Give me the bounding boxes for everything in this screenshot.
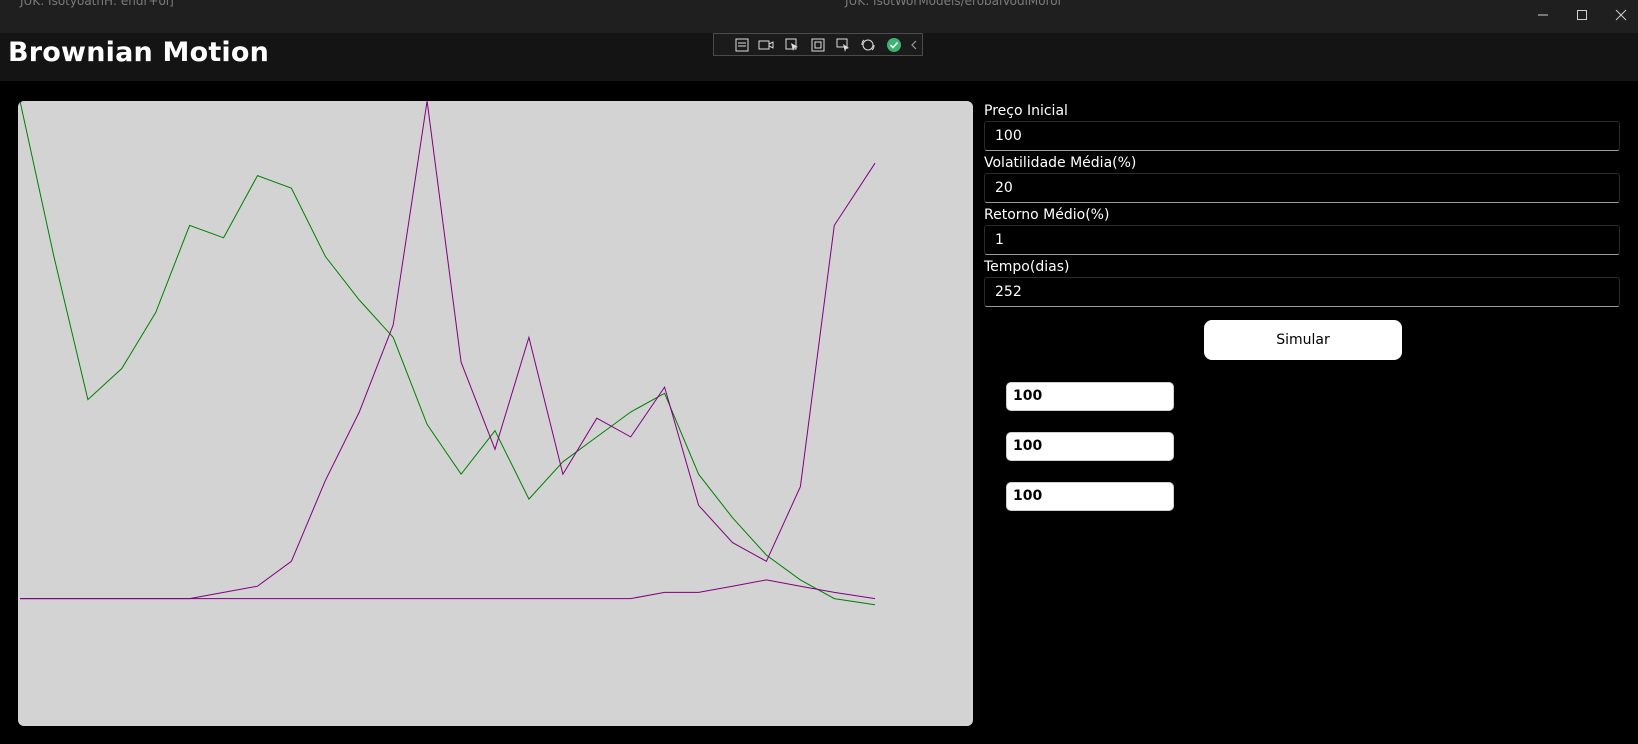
volatilidade-field[interactable] xyxy=(984,173,1620,203)
collapse-chevron-icon[interactable] xyxy=(908,37,924,53)
minimize-icon[interactable] xyxy=(1533,8,1553,26)
check-circle-icon[interactable] xyxy=(886,37,902,53)
volatilidade-input[interactable] xyxy=(985,174,1619,202)
chart-svg xyxy=(19,101,876,606)
result-field-1[interactable]: 100 xyxy=(1006,382,1174,411)
result-field-3[interactable]: 100 xyxy=(1006,482,1174,511)
background-tab-left[interactable]: JUK: IsotyoathH: endr+oi] xyxy=(20,0,174,8)
volatilidade-label: Volatilidade Média(%) xyxy=(984,155,1137,171)
preco-inicial-input[interactable] xyxy=(985,122,1619,150)
series-line-2 xyxy=(20,101,876,600)
display-layout-adorners-icon[interactable] xyxy=(810,37,826,53)
camera-icon[interactable] xyxy=(758,37,774,53)
background-tab-right[interactable]: JUK: IsotWorModels/erobalVodiMorol xyxy=(845,0,1061,8)
track-focus-icon[interactable] xyxy=(835,37,851,53)
retorno-label: Retorno Médio(%) xyxy=(984,207,1110,223)
tempo-label: Tempo(dias) xyxy=(984,259,1070,275)
retorno-input[interactable] xyxy=(985,226,1619,254)
tempo-field[interactable] xyxy=(984,277,1620,307)
window-titlebar: JUK: IsotyoathH: endr+oi] JUK: IsotWorMo… xyxy=(0,0,1638,33)
retorno-field[interactable] xyxy=(984,225,1620,255)
app-title: Brownian Motion xyxy=(8,37,270,68)
preco-inicial-label: Preço Inicial xyxy=(984,103,1068,119)
maximize-icon[interactable] xyxy=(1572,8,1592,26)
series-line-3 xyxy=(20,579,876,600)
tempo-input[interactable] xyxy=(985,278,1619,306)
series-line-1 xyxy=(19,101,876,606)
result-field-2[interactable]: 100 xyxy=(1006,432,1174,461)
close-icon[interactable] xyxy=(1611,8,1631,26)
select-element-icon[interactable] xyxy=(784,37,800,53)
preco-inicial-field[interactable] xyxy=(984,121,1620,151)
simular-button[interactable]: Simular xyxy=(1204,320,1402,360)
brownian-chart xyxy=(18,101,973,726)
live-visual-tree-icon[interactable] xyxy=(734,37,750,53)
hot-reload-icon[interactable] xyxy=(860,37,876,53)
xaml-debug-toolbar xyxy=(713,33,923,56)
